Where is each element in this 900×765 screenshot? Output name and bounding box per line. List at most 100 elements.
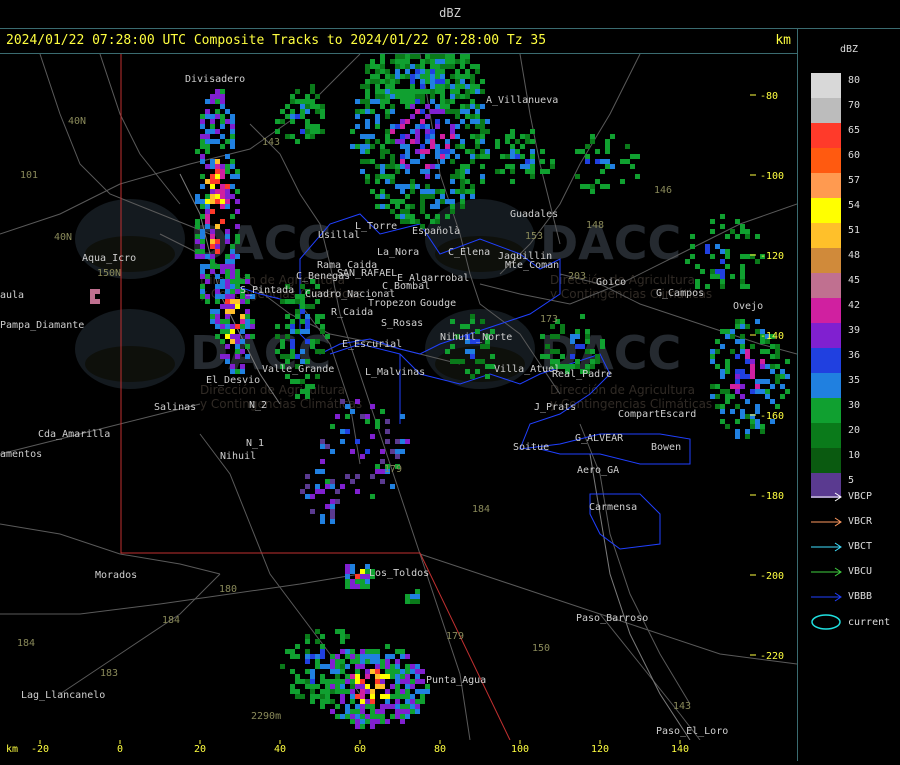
- route-number: 180: [219, 584, 237, 595]
- route-number: 101: [20, 170, 38, 181]
- x-tick-label: 140: [671, 744, 689, 755]
- colorbar-label: 35: [848, 375, 861, 386]
- colorbar-swatch: [811, 98, 841, 123]
- composite-time-text: 2024/01/22 07:28:00 UTC Composite Tracks…: [6, 33, 547, 48]
- place-label: Los_Toldos: [369, 568, 429, 579]
- colorbar-swatch: [811, 148, 841, 173]
- place-label: Españolà: [412, 225, 460, 237]
- route-number: 2290m: [251, 711, 281, 722]
- colorbar-swatch: [811, 423, 841, 448]
- colorbar-swatch: [811, 348, 841, 373]
- place-label: J_Prats: [534, 402, 576, 413]
- colorbar-swatch: [811, 248, 841, 273]
- track-label: VBCT: [848, 541, 873, 552]
- route-number: 40N: [68, 116, 86, 127]
- route-number: 40N: [54, 232, 72, 243]
- place-label: Guadales: [510, 209, 558, 220]
- colorbar-label: 80: [848, 75, 861, 86]
- place-label: Goudge: [420, 298, 456, 309]
- colorbar-label: 54: [848, 200, 861, 211]
- place-label: G_Campos: [656, 288, 704, 299]
- route-number: 203: [568, 271, 586, 282]
- place-label: Morados: [95, 570, 137, 581]
- colorbar-label: 60: [848, 150, 861, 161]
- place-label: C_Elena: [448, 247, 490, 258]
- track-label: VBCR: [848, 516, 873, 527]
- colorbar-swatch: [811, 73, 841, 98]
- colorbar-label: 70: [848, 100, 861, 111]
- legend-title: dBZ: [839, 44, 859, 55]
- place-label: C_Benegas: [296, 271, 350, 282]
- route-number: 148: [586, 220, 604, 231]
- place-label: Usillal: [318, 230, 360, 241]
- place-label: aula: [0, 290, 24, 301]
- x-tick-label: -20: [31, 744, 49, 755]
- y-tick-label: -120: [760, 251, 784, 262]
- x-tick-label: 20: [194, 744, 206, 755]
- place-label: Nihuil_Norte: [440, 332, 512, 343]
- place-label: L_Torre: [355, 221, 397, 232]
- x-tick-label: 0: [117, 744, 123, 755]
- y-tick-label: -220: [760, 651, 784, 662]
- colorbar-swatch: [811, 398, 841, 423]
- track-arrow-icon: [811, 567, 842, 577]
- place-label: Carmensa: [589, 502, 637, 513]
- place-label: A_Villanueva: [486, 95, 558, 106]
- y-tick-label: -180: [760, 491, 784, 502]
- watermark-line2: y Contingencias Climáticas: [200, 397, 362, 411]
- colorbar-swatch: [811, 223, 841, 248]
- place-label: Soitue: [513, 442, 549, 453]
- place-label: Paso_El_Loro: [656, 726, 728, 737]
- route-number: 183: [100, 668, 118, 679]
- track-label: VBCU: [848, 566, 873, 577]
- colorbar-swatch: [811, 323, 841, 348]
- place-label: Pampa_Diamante: [0, 320, 84, 331]
- x-tick-label: 100: [511, 744, 529, 755]
- place-label: Punta_Agua: [426, 675, 486, 686]
- y-tick-label: -160: [760, 411, 784, 422]
- colorbar-label: 57: [848, 175, 861, 186]
- colorbar-swatch: [811, 298, 841, 323]
- route-number: 179: [446, 631, 464, 642]
- place-label: amentos: [0, 449, 42, 460]
- colorbar-swatch: [811, 173, 841, 198]
- radar-map[interactable]: DACC Dirección de Agricultura y Contingenc…: [0, 54, 797, 740]
- place-label: Ovejo: [733, 301, 763, 312]
- place-label: El_Desvio: [206, 375, 260, 386]
- time-header: 2024/01/22 07:28:00 UTC Composite Tracks…: [0, 29, 797, 54]
- current-ellipse-icon: [811, 614, 841, 630]
- place-label: Nihuil: [220, 451, 256, 462]
- place-label: Goico: [596, 277, 626, 288]
- x-tick-label: 60: [354, 744, 366, 755]
- place-label: CompartEscard: [618, 409, 696, 420]
- colorbar-label: 5: [848, 475, 855, 486]
- colorbar-label: 10: [848, 450, 861, 461]
- watermark-brand: DACC: [540, 216, 681, 270]
- colorbar-label: 65: [848, 125, 861, 136]
- place-label: Rama_Caida: [317, 260, 377, 271]
- route-number: 184: [472, 504, 490, 515]
- colorbar-swatch: [811, 373, 841, 398]
- colorbar-label: 20: [848, 425, 861, 436]
- route-number: 153: [525, 231, 543, 242]
- colorbar-label: 30: [848, 400, 861, 411]
- x-axis-canvas: km -20 0 20 40 60 80 100 120 140: [6, 740, 689, 755]
- route-number: 173: [540, 314, 558, 325]
- colorbar-swatch: [811, 273, 841, 298]
- colorbar-label: 42: [848, 300, 861, 311]
- x-unit-label: km: [6, 744, 18, 755]
- route-number: 150N: [97, 268, 121, 279]
- track-arrow-icon: [811, 517, 842, 527]
- place-label: Cuadro_Nacional: [305, 289, 395, 300]
- title-bar: dBZ: [0, 0, 900, 29]
- map-canvas[interactable]: DACC Dirección de Agricultura y Contingenc…: [0, 54, 797, 740]
- watermark-emblem: [85, 346, 175, 382]
- place-label: La_Nora: [377, 247, 419, 258]
- track-label: VBBB: [848, 591, 873, 602]
- place-label: Villa_Atuel: [494, 364, 560, 375]
- place-label: Valle_Grande: [262, 364, 334, 375]
- place-label: E_Escurial: [342, 339, 402, 350]
- colorbar-swatch: [811, 448, 841, 473]
- route-number: 184: [162, 615, 180, 626]
- colorbar-label: 36: [848, 350, 861, 361]
